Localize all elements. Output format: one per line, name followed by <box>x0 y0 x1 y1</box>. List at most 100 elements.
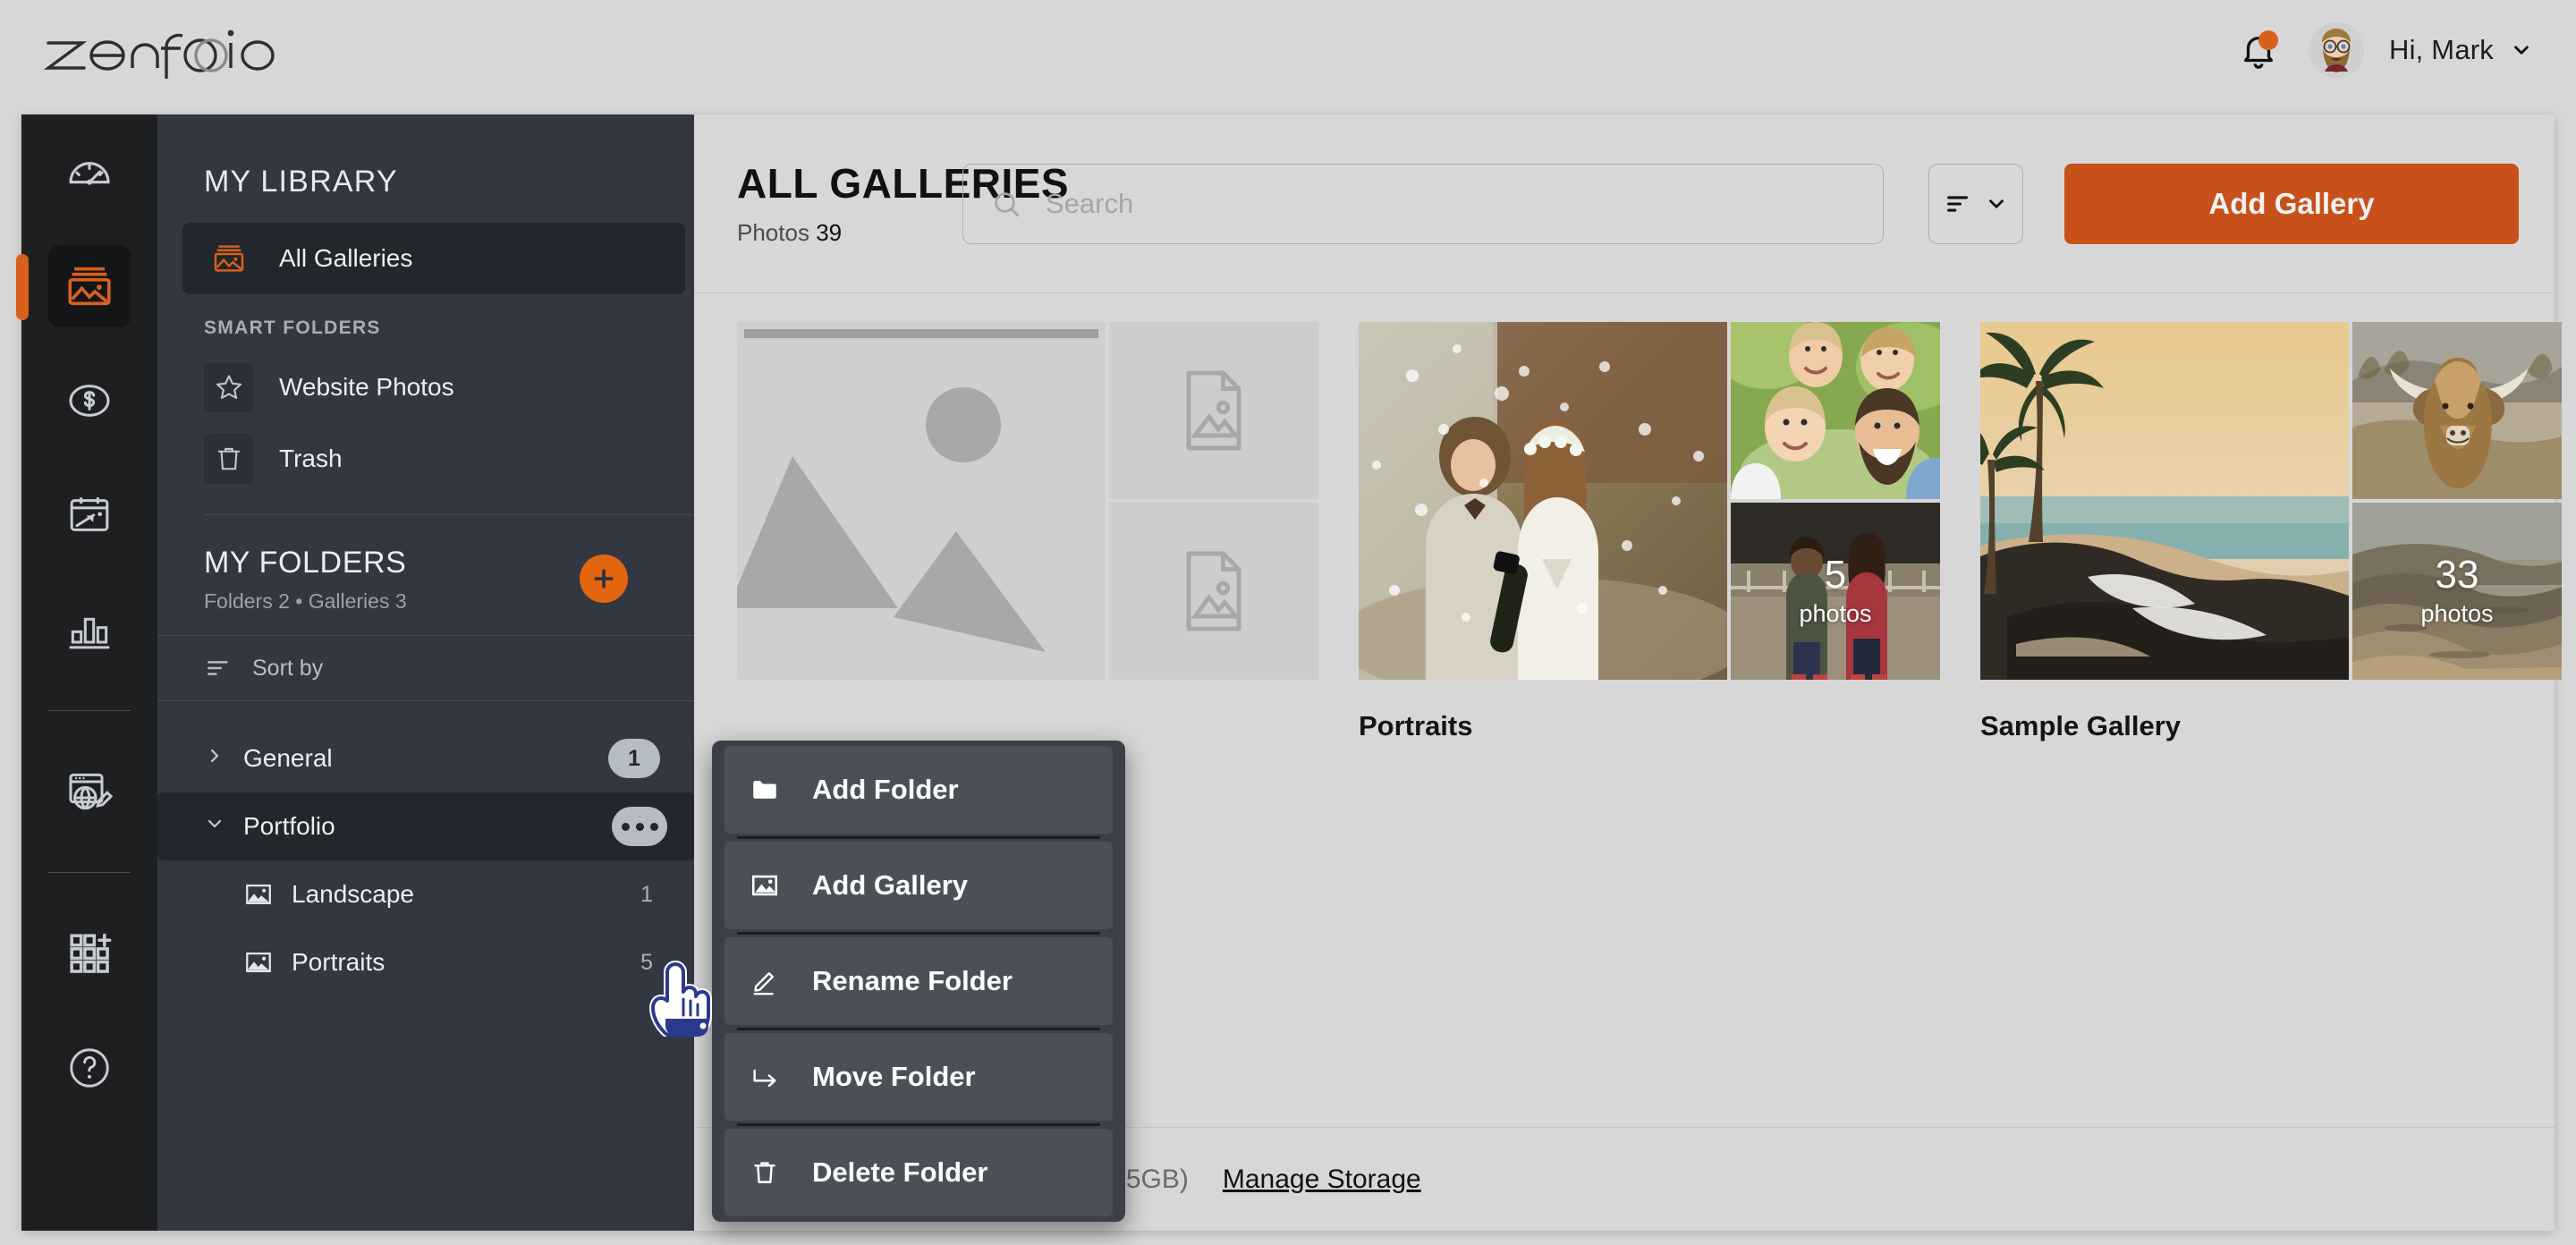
add-gallery-button[interactable]: Add Gallery <box>2064 164 2519 244</box>
folder-row-portraits[interactable]: Portraits 5 <box>157 928 694 996</box>
trash-icon-tile <box>204 434 254 484</box>
sort-button[interactable] <box>1928 164 2023 244</box>
gallery-photos-icon <box>64 260 115 312</box>
add-folder-button[interactable] <box>580 555 628 603</box>
folder-row-general[interactable]: General 1 <box>157 724 694 792</box>
greeting-text: Hi, Mark <box>2389 34 2494 66</box>
photo-icon <box>243 947 281 978</box>
search-placeholder: Search <box>1046 188 1133 220</box>
folder-name: Portraits <box>292 948 385 977</box>
folder-row-portfolio[interactable]: Portfolio <box>157 792 694 860</box>
card-thumbnail-dunes: 33 photos <box>2352 503 2562 680</box>
context-menu-item-add-gallery[interactable]: Add Gallery <box>724 842 1113 929</box>
beach-palm-photo <box>1980 322 2349 680</box>
folder-context-menu-button[interactable] <box>612 807 667 846</box>
user-menu[interactable]: Hi, Mark <box>2389 34 2533 66</box>
wedding-couple-photo <box>1359 322 1727 680</box>
sidebar-item-all-galleries[interactable]: All Galleries <box>182 223 685 294</box>
photos-count: Photos 39 <box>737 219 842 247</box>
card-thumbnail-main <box>737 322 1106 680</box>
rail-item-help[interactable] <box>21 1011 157 1125</box>
star-icon <box>213 371 245 403</box>
rail-item-bookings[interactable] <box>21 458 157 572</box>
photo-count-overlay: 5 photos <box>1731 503 1940 680</box>
top-bar-right: Hi, Mark <box>2233 0 2533 100</box>
rail-item-statistics[interactable] <box>21 572 157 687</box>
card-thumbnail-side <box>1109 322 1318 680</box>
all-galleries-icon-tile <box>204 233 254 284</box>
rail-item-sales[interactable] <box>21 343 157 458</box>
rail-divider-2 <box>48 872 131 873</box>
avatar[interactable] <box>2309 22 2364 78</box>
family-selfie-photo <box>1731 322 1940 499</box>
icon-rail <box>21 114 157 1231</box>
folder-context-menu: Add Folder Add Gallery <box>712 741 1125 1222</box>
my-folders-header: MY FOLDERS Folders 2 • Galleries 3 <box>157 515 694 614</box>
card-thumbnail-cow <box>2352 322 2562 499</box>
card-thumbnail-doc-2 <box>1109 503 1318 680</box>
website-photos-icon-tile <box>204 362 254 412</box>
gallery-card-placeholder[interactable] <box>737 322 1318 742</box>
image-icon <box>746 870 784 901</box>
photo-count-overlay: 33 photos <box>2352 503 2562 680</box>
folder-row-landscape[interactable]: Landscape 1 <box>157 860 694 928</box>
sidebar-item-label: All Galleries <box>279 244 412 273</box>
context-menu-item-add-folder[interactable]: Add Folder <box>724 746 1113 834</box>
document-image-icon <box>1176 546 1251 636</box>
image-placeholder-icon <box>737 322 1106 680</box>
photo-icon <box>243 879 281 910</box>
card-thumbnail-side: 33 photos <box>2352 322 2562 680</box>
chevron-down-icon[interactable] <box>204 813 243 841</box>
folder-icon <box>746 775 784 805</box>
rail-item-dashboard[interactable] <box>21 114 157 229</box>
context-menu-item-rename-folder[interactable]: Rename Folder <box>724 937 1113 1025</box>
arrow-right-icon <box>746 1062 784 1092</box>
card-thumbnail-doc-1 <box>1109 322 1318 499</box>
trash-icon <box>213 443 245 475</box>
context-menu-item-label: Delete Folder <box>812 1156 987 1189</box>
rail-divider-1 <box>48 710 131 711</box>
manage-storage-link[interactable]: Manage Storage <box>1223 1165 1421 1195</box>
library-sidebar: MY LIBRARY All Galleries SMART FOLDERS <box>157 114 694 1231</box>
card-thumbnail-kids: 5 photos <box>1731 503 1940 680</box>
gallery-photos-icon <box>211 241 247 276</box>
gallery-card-grid: 5 photos Portraits <box>737 322 2562 742</box>
document-image-icon <box>1176 366 1251 455</box>
card-thumbnail-main <box>1980 322 2349 680</box>
rail-item-galleries[interactable] <box>21 229 157 343</box>
sidebar-item-website-photos[interactable]: Website Photos <box>182 351 685 423</box>
photo-count-number: 5 <box>1825 555 1846 595</box>
pencil-icon <box>746 966 784 996</box>
highland-cow-photo <box>2352 322 2562 499</box>
context-menu-item-label: Add Folder <box>812 774 959 806</box>
sidebar-item-label: Website Photos <box>279 373 454 402</box>
trash-icon <box>746 1157 784 1188</box>
gallery-card-sample-gallery[interactable]: 33 photos Sample Gallery <box>1980 322 2562 742</box>
search-input[interactable]: Search <box>962 164 1884 244</box>
gallery-card-portraits[interactable]: 5 photos Portraits <box>1359 322 1940 742</box>
calendar-bookings-icon <box>64 490 114 540</box>
chevron-right-icon[interactable] <box>204 745 243 773</box>
rail-item-website[interactable] <box>21 734 157 849</box>
context-menu-separator <box>737 1123 1100 1126</box>
rail-item-apps[interactable] <box>21 896 157 1011</box>
search-icon <box>990 188 1022 220</box>
folder-count-badge: 1 <box>608 739 660 778</box>
sort-by-row[interactable]: Sort by <box>157 635 694 701</box>
context-menu-item-move-folder[interactable]: Move Folder <box>724 1033 1113 1121</box>
context-menu-item-delete-folder[interactable]: Delete Folder <box>724 1129 1113 1216</box>
sort-lines-icon <box>1944 189 1974 219</box>
gallery-photo-count: 1 <box>640 882 653 908</box>
notifications-button[interactable] <box>2233 25 2284 75</box>
folder-name: General <box>243 744 333 773</box>
context-menu-separator <box>737 932 1100 935</box>
bar-chart-stats-icon <box>64 605 114 655</box>
card-title: Sample Gallery <box>1980 710 2562 742</box>
photo-count-unit: photos <box>2420 600 2493 628</box>
main-header: ALL GALLERIES Photos 39 Search <box>694 114 2555 293</box>
sidebar-item-trash[interactable]: Trash <box>182 423 685 495</box>
website-editor-icon <box>64 766 114 817</box>
zenfolio-logo[interactable] <box>41 20 283 85</box>
dollar-circle-icon <box>64 376 114 426</box>
card-thumbnail-family <box>1731 322 1940 499</box>
